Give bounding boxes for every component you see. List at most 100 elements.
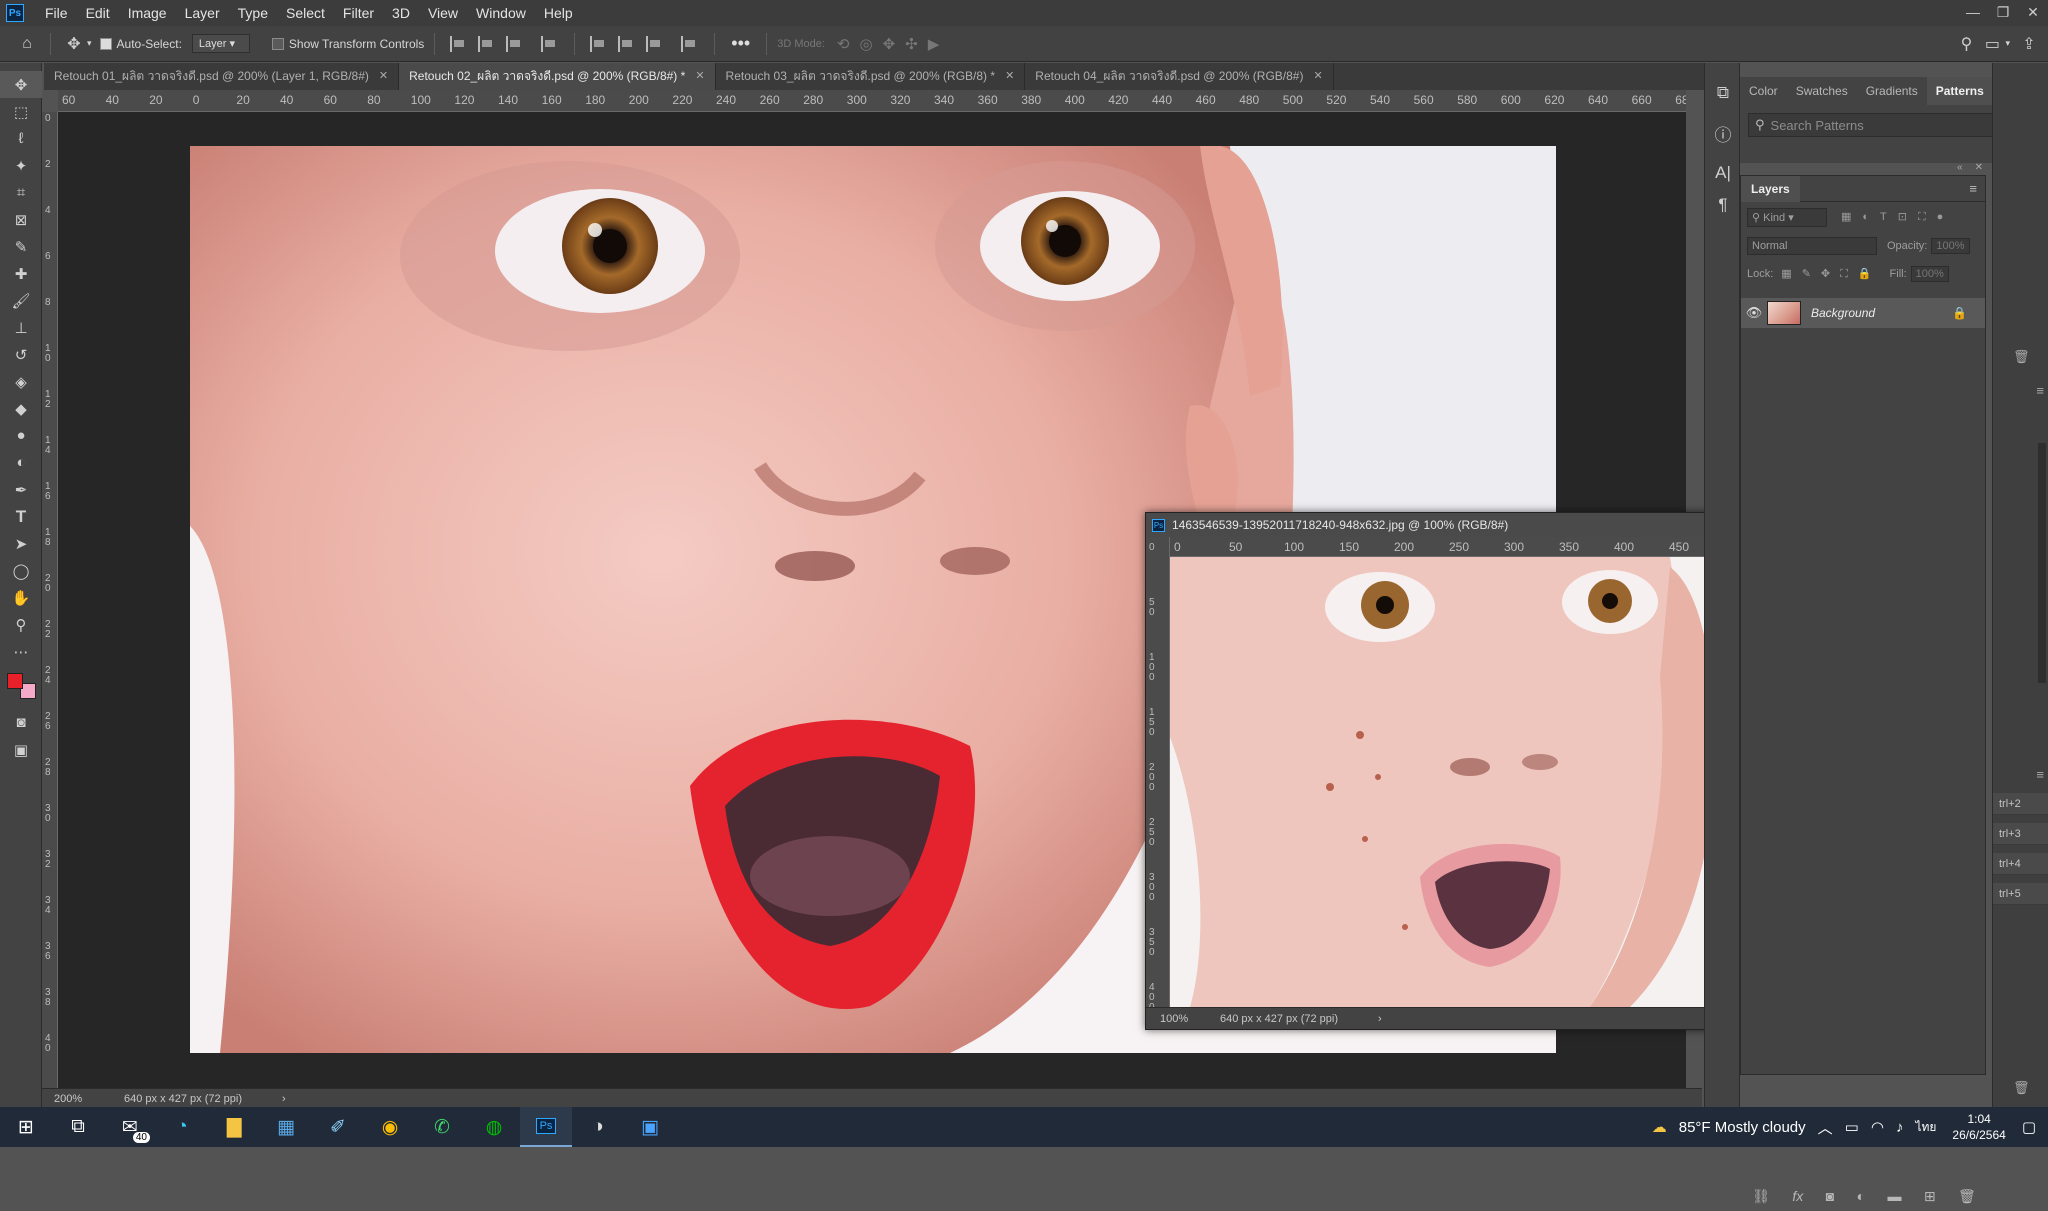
- wifi-icon[interactable]: ◠: [1865, 1118, 1890, 1136]
- foreground-color-swatch[interactable]: [7, 673, 23, 689]
- chevron-down-icon[interactable]: ▾: [87, 38, 92, 49]
- fill-input[interactable]: 100%: [1910, 266, 1949, 282]
- eraser-tool-icon[interactable]: ◈: [0, 368, 42, 395]
- notepad-icon[interactable]: ✐: [312, 1107, 364, 1147]
- blend-mode-dropdown[interactable]: Normal: [1747, 237, 1877, 255]
- close-icon[interactable]: ✕: [379, 63, 388, 90]
- menu-3d[interactable]: 3D: [383, 5, 419, 21]
- zoom-level[interactable]: 200%: [54, 1093, 124, 1105]
- lock-icon[interactable]: 🔒: [1952, 306, 1967, 320]
- blur-tool-icon[interactable]: ●: [0, 422, 42, 449]
- battery-icon[interactable]: ▭: [1839, 1118, 1865, 1136]
- align-middle-icon[interactable]: [618, 35, 636, 52]
- layer-filter-kind-dropdown[interactable]: ⚲ Kind ▾: [1747, 207, 1827, 227]
- tab-color[interactable]: Color: [1740, 77, 1787, 105]
- menu-edit[interactable]: Edit: [77, 5, 119, 21]
- layer-name[interactable]: Background: [1811, 306, 1952, 320]
- notification-icon[interactable]: ▢: [2016, 1118, 2042, 1136]
- type-tool-icon[interactable]: T: [0, 503, 42, 530]
- chevron-right-icon[interactable]: ›: [1378, 1013, 1382, 1025]
- move-tool-icon[interactable]: ✥: [0, 71, 42, 98]
- menu-help[interactable]: Help: [535, 5, 582, 21]
- weather-text[interactable]: 85°F Mostly cloudy: [1673, 1119, 1812, 1136]
- layer-thumbnail[interactable]: [1767, 301, 1801, 325]
- menu-view[interactable]: View: [419, 5, 467, 21]
- eye-icon[interactable]: 👁: [1741, 305, 1767, 321]
- windows-start-icon[interactable]: ⊞: [0, 1107, 52, 1147]
- tab-retouch-03[interactable]: Retouch 03_ผลิต วาดจริงดี.psd @ 200% (RG…: [716, 63, 1026, 90]
- tab-retouch-02[interactable]: Retouch 02_ผลิต วาดจริงดี.psd @ 200% (RG…: [399, 63, 716, 90]
- edit-toolbar-icon[interactable]: ⋯: [0, 638, 42, 665]
- magic-wand-tool-icon[interactable]: ✦: [0, 152, 42, 179]
- clock[interactable]: 1:04 26/6/2564: [1942, 1111, 2015, 1143]
- channel-shortcut-5[interactable]: trl+5: [1993, 883, 2048, 905]
- history-brush-tool-icon[interactable]: ↺: [0, 341, 42, 368]
- scrollbar[interactable]: [2038, 443, 2046, 683]
- panel-menu-icon[interactable]: ≡: [1969, 181, 1977, 196]
- menu-image[interactable]: Image: [119, 5, 176, 21]
- pen-tool-icon[interactable]: ✒: [0, 476, 42, 503]
- new-group-icon[interactable]: ▬: [1887, 1188, 1901, 1204]
- phone-app-icon[interactable]: ✆: [416, 1107, 468, 1147]
- collapse-icon[interactable]: «: [1957, 162, 1963, 176]
- align-right-icon[interactable]: [506, 35, 524, 52]
- lasso-tool-icon[interactable]: ℓ: [0, 125, 42, 152]
- frame-tool-icon[interactable]: ⊠: [0, 206, 42, 233]
- paint-bucket-tool-icon[interactable]: ◆: [0, 395, 42, 422]
- stamp-tool-icon[interactable]: ⊥: [0, 314, 42, 341]
- distribute-vertical-icon[interactable]: [681, 35, 699, 52]
- delete-icon[interactable]: 🗑: [2013, 349, 2030, 365]
- chevron-up-icon[interactable]: ︿: [1812, 1117, 1839, 1138]
- crop-tool-icon[interactable]: ⌗: [0, 179, 42, 206]
- add-mask-icon[interactable]: ◙: [1826, 1188, 1834, 1204]
- share-icon[interactable]: ⇪: [2016, 31, 2042, 57]
- align-center-icon[interactable]: [478, 35, 496, 52]
- more-options-icon[interactable]: •••: [731, 33, 750, 54]
- task-view-icon[interactable]: ⧉: [52, 1107, 104, 1147]
- menu-layer[interactable]: Layer: [176, 5, 229, 21]
- chrome-icon[interactable]: ◉: [364, 1107, 416, 1147]
- photoshop-taskbar-icon[interactable]: Ps: [520, 1107, 572, 1147]
- menu-select[interactable]: Select: [277, 5, 334, 21]
- close-icon[interactable]: ✕: [2018, 0, 2048, 26]
- home-icon[interactable]: ⌂: [14, 31, 40, 57]
- delete-layer-icon[interactable]: 🗑: [1958, 1188, 1976, 1205]
- edge-browser-icon[interactable]: ◔: [156, 1107, 208, 1147]
- history-icon[interactable]: ⧉: [1705, 73, 1741, 113]
- tab-retouch-01[interactable]: Retouch 01_ผลิต วาดจริงดี.psd @ 200% (La…: [44, 63, 400, 90]
- menu-file[interactable]: File: [36, 5, 77, 21]
- tab-retouch-04[interactable]: Retouch 04_ผลิต วาดจริงดี.psd @ 200% (RG…: [1025, 63, 1334, 90]
- distribute-icon[interactable]: [541, 35, 559, 52]
- close-icon[interactable]: ✕: [1313, 63, 1322, 90]
- lock-option-icons[interactable]: ▦✎✥⛶🔒: [1781, 267, 1881, 281]
- align-left-icon[interactable]: [450, 35, 468, 52]
- align-top-icon[interactable]: [590, 35, 608, 52]
- photos-app-icon[interactable]: ▣: [624, 1107, 676, 1147]
- chevron-down-icon[interactable]: ▾: [2005, 38, 2010, 49]
- minimize-icon[interactable]: —: [1958, 0, 1988, 26]
- panel-menu-icon[interactable]: ≡: [2036, 767, 2044, 782]
- line-app-icon[interactable]: ◍: [468, 1107, 520, 1147]
- opacity-input[interactable]: 100%: [1931, 238, 1970, 254]
- close-icon[interactable]: ✕: [695, 63, 704, 90]
- menu-window[interactable]: Window: [467, 5, 535, 21]
- close-icon[interactable]: ✕: [1005, 63, 1014, 90]
- auto-select-checkbox[interactable]: [99, 37, 112, 50]
- fx-icon[interactable]: fx: [1792, 1188, 1803, 1204]
- file-explorer-icon[interactable]: ▇: [208, 1107, 260, 1147]
- link-layers-icon[interactable]: ⛓: [1752, 1188, 1770, 1205]
- tab-patterns[interactable]: Patterns: [1926, 77, 1993, 105]
- workspace-icon[interactable]: ▭: [1979, 31, 2005, 57]
- channel-shortcut-3[interactable]: trl+3: [1993, 823, 2048, 845]
- app-icon[interactable]: ◑: [572, 1107, 624, 1147]
- menu-filter[interactable]: Filter: [334, 5, 383, 21]
- delete-icon[interactable]: 🗑: [2013, 1080, 2030, 1096]
- original-photo[interactable]: [1170, 557, 1738, 1007]
- eyedropper-tool-icon[interactable]: ✎: [0, 233, 42, 260]
- mail-icon[interactable]: ✉ 40: [104, 1107, 156, 1147]
- tab-gradients[interactable]: Gradients: [1857, 77, 1927, 105]
- brush-tool-icon[interactable]: 🖌: [0, 287, 42, 314]
- language-indicator[interactable]: ไทย: [1909, 1118, 1942, 1137]
- close-icon[interactable]: ✕: [1975, 162, 1983, 176]
- new-layer-icon[interactable]: ⊞: [1924, 1188, 1936, 1205]
